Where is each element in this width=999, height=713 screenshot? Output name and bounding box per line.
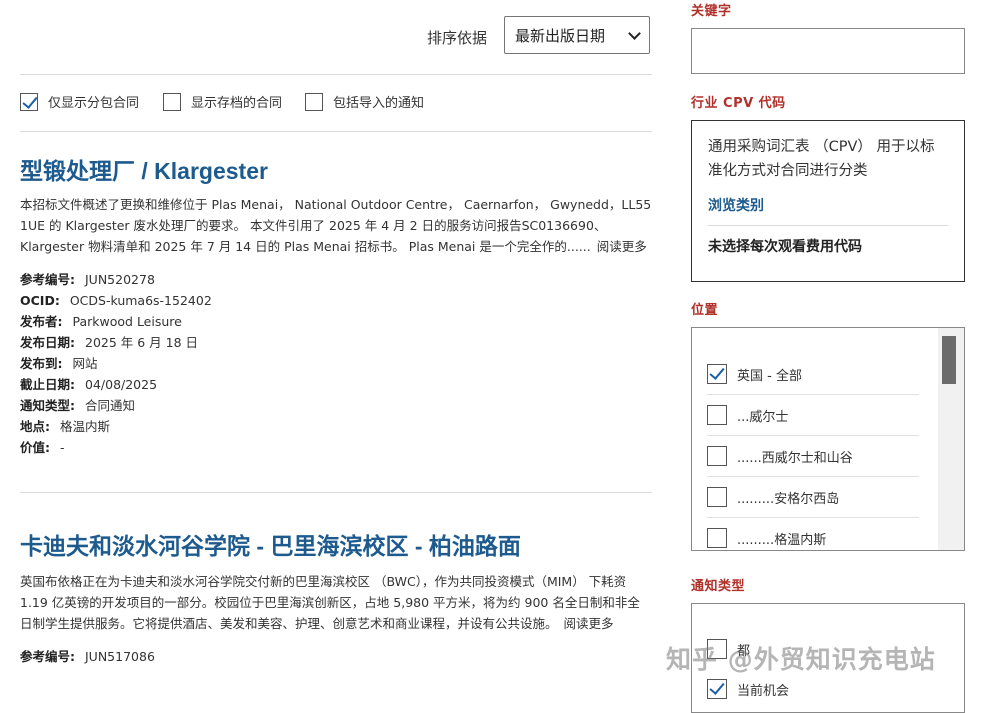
location-option[interactable]: ...威尔士 bbox=[707, 395, 919, 436]
meta-row: 价值: - bbox=[20, 437, 652, 458]
filter-label: 包括导入的通知 bbox=[333, 96, 425, 111]
result-title-link[interactable]: 卡迪夫和淡水河谷学院 - 巴里海滨校区 - 柏油路面 bbox=[20, 527, 652, 561]
checkbox-icon[interactable] bbox=[305, 92, 323, 111]
cpv-description: 通用采购词汇表 （CPV） 用于以标准化方式对合同进行分类 bbox=[708, 139, 935, 179]
sort-label: 排序依据 bbox=[427, 29, 488, 47]
meta-value: JUN517086 bbox=[85, 649, 155, 664]
location-option[interactable]: ......西威尔士和山谷 bbox=[707, 436, 919, 477]
meta-label: 参考编号: bbox=[20, 272, 75, 287]
meta-row: 发布者: Parkwood Leisure bbox=[20, 311, 652, 332]
result-meta: 参考编号: JUN520278 OCID: OCDS-kuma6s-152402 发… bbox=[20, 269, 652, 458]
meta-label: 发布者: bbox=[20, 314, 63, 329]
notice-type-section-title: 通知类型 bbox=[691, 579, 746, 594]
meta-label: 参考编号: bbox=[20, 649, 75, 664]
location-option[interactable]: .........安格尔西岛 bbox=[707, 477, 919, 518]
filter-subcontracts[interactable]: 仅显示分包合同 bbox=[20, 92, 139, 111]
location-option[interactable]: 英国 - 全部 bbox=[707, 354, 919, 395]
read-more-link[interactable]: 阅读更多 bbox=[564, 616, 614, 631]
location-label: .........安格尔西岛 bbox=[737, 491, 840, 507]
meta-label: 发布到: bbox=[20, 356, 63, 371]
filter-imported[interactable]: 包括导入的通知 bbox=[305, 92, 424, 111]
description-text: 本招标文件概述了更换和维修位于 Plas Menai， National Out… bbox=[20, 197, 652, 254]
meta-value: 网站 bbox=[72, 356, 98, 371]
checkbox-icon[interactable] bbox=[707, 487, 727, 507]
location-list[interactable]: 英国 - 全部 ...威尔士 ......西威尔士和山谷 .........安格… bbox=[691, 327, 965, 551]
meta-value: OCDS-kuma6s-152402 bbox=[69, 293, 212, 308]
checkbox-checked-icon[interactable] bbox=[20, 92, 38, 111]
filter-options: 仅显示分包合同 显示存档的合同 包括导入的通知 bbox=[20, 75, 652, 132]
meta-row: 参考编号: JUN517086 bbox=[20, 646, 652, 667]
sort-bar: 排序依据 最新出版日期 bbox=[20, 0, 652, 75]
meta-row: 通知类型: 合同通知 bbox=[20, 395, 652, 416]
meta-value: 04/08/2025 bbox=[85, 377, 158, 392]
result-item: 卡迪夫和淡水河谷学院 - 巴里海滨校区 - 柏油路面 英国布依格正在为卡迪夫和淡… bbox=[20, 493, 652, 667]
meta-label: OCID: bbox=[20, 293, 60, 308]
meta-label: 地点: bbox=[20, 419, 50, 434]
checkbox-icon[interactable] bbox=[707, 405, 727, 425]
cpv-panel: 通用采购词汇表 （CPV） 用于以标准化方式对合同进行分类 浏览类别 未选择每次… bbox=[691, 120, 965, 282]
meta-label: 截止日期: bbox=[20, 377, 75, 392]
result-meta: 参考编号: JUN517086 bbox=[20, 646, 652, 667]
meta-row: 截止日期: 04/08/2025 bbox=[20, 374, 652, 395]
checkbox-checked-icon[interactable] bbox=[707, 364, 727, 384]
meta-value: Parkwood Leisure bbox=[72, 314, 182, 329]
result-description: 本招标文件概述了更换和维修位于 Plas Menai， National Out… bbox=[20, 194, 652, 257]
cpv-section-title: 行业 CPV 代码 bbox=[691, 96, 786, 111]
result-title-link[interactable]: 型锻处理厂 / Klargester bbox=[20, 152, 652, 186]
result-description: 英国布依格正在为卡迪夫和淡水河谷学院交付新的巴里海滨校区 （BWC），作为共同投… bbox=[20, 571, 652, 634]
location-option[interactable]: .........格温内斯 bbox=[707, 518, 919, 550]
checkbox-icon[interactable] bbox=[163, 92, 181, 111]
sort-select[interactable]: 最新出版日期 bbox=[504, 16, 650, 54]
watermark-text: 知乎 @外贸知识充电站 bbox=[666, 645, 936, 674]
chevron-down-icon bbox=[628, 26, 641, 40]
filter-archived[interactable]: 显示存档的合同 bbox=[163, 92, 282, 111]
meta-label: 发布日期: bbox=[20, 335, 75, 350]
location-label: ...威尔士 bbox=[737, 409, 789, 425]
notice-label: 当前机会 bbox=[737, 683, 790, 699]
read-more-link[interactable]: 阅读更多 bbox=[597, 239, 647, 254]
notice-option[interactable]: 当前机会 bbox=[707, 672, 919, 706]
meta-row: 发布到: 网站 bbox=[20, 353, 652, 374]
meta-row: 地点: 格温内斯 bbox=[20, 416, 652, 437]
cpv-selection-status: 未选择每次观看费用代码 bbox=[708, 239, 862, 255]
filter-label: 仅显示分包合同 bbox=[48, 96, 140, 111]
checkbox-checked-icon[interactable] bbox=[707, 679, 727, 699]
location-section-title: 位置 bbox=[691, 303, 719, 318]
location-label: 英国 - 全部 bbox=[737, 368, 802, 384]
filter-label: 显示存档的合同 bbox=[191, 96, 283, 111]
meta-value: JUN520278 bbox=[85, 272, 155, 287]
meta-row: 发布日期: 2025 年 6 月 18 日 bbox=[20, 332, 652, 353]
browse-categories-link[interactable]: 浏览类别 bbox=[708, 195, 948, 226]
keyword-section-title: 关键字 bbox=[691, 4, 732, 19]
location-label: ......西威尔士和山谷 bbox=[737, 450, 853, 466]
checkbox-icon[interactable] bbox=[707, 528, 727, 548]
checkbox-icon[interactable] bbox=[707, 446, 727, 466]
meta-row: 参考编号: JUN520278 bbox=[20, 269, 652, 290]
keyword-input[interactable] bbox=[691, 28, 965, 74]
meta-value: 2025 年 6 月 18 日 bbox=[85, 335, 199, 350]
results-column: 排序依据 最新出版日期 仅显示分包合同 显示存档的合同 包括导入的通知 型锻处理… bbox=[20, 0, 652, 667]
location-label: .........格温内斯 bbox=[737, 532, 827, 548]
result-item: 型锻处理厂 / Klargester 本招标文件概述了更换和维修位于 Plas … bbox=[20, 132, 652, 458]
meta-row: OCID: OCDS-kuma6s-152402 bbox=[20, 290, 652, 311]
sort-selected-value: 最新出版日期 bbox=[515, 26, 606, 45]
meta-value: - bbox=[60, 440, 65, 455]
meta-value: 合同通知 bbox=[85, 398, 136, 413]
meta-label: 通知类型: bbox=[20, 398, 75, 413]
meta-label: 价值: bbox=[20, 440, 50, 455]
scrollbar-thumb[interactable] bbox=[942, 336, 956, 384]
meta-value: 格温内斯 bbox=[60, 419, 111, 434]
description-text: 英国布依格正在为卡迪夫和淡水河谷学院交付新的巴里海滨校区 （BWC），作为共同投… bbox=[20, 574, 640, 631]
